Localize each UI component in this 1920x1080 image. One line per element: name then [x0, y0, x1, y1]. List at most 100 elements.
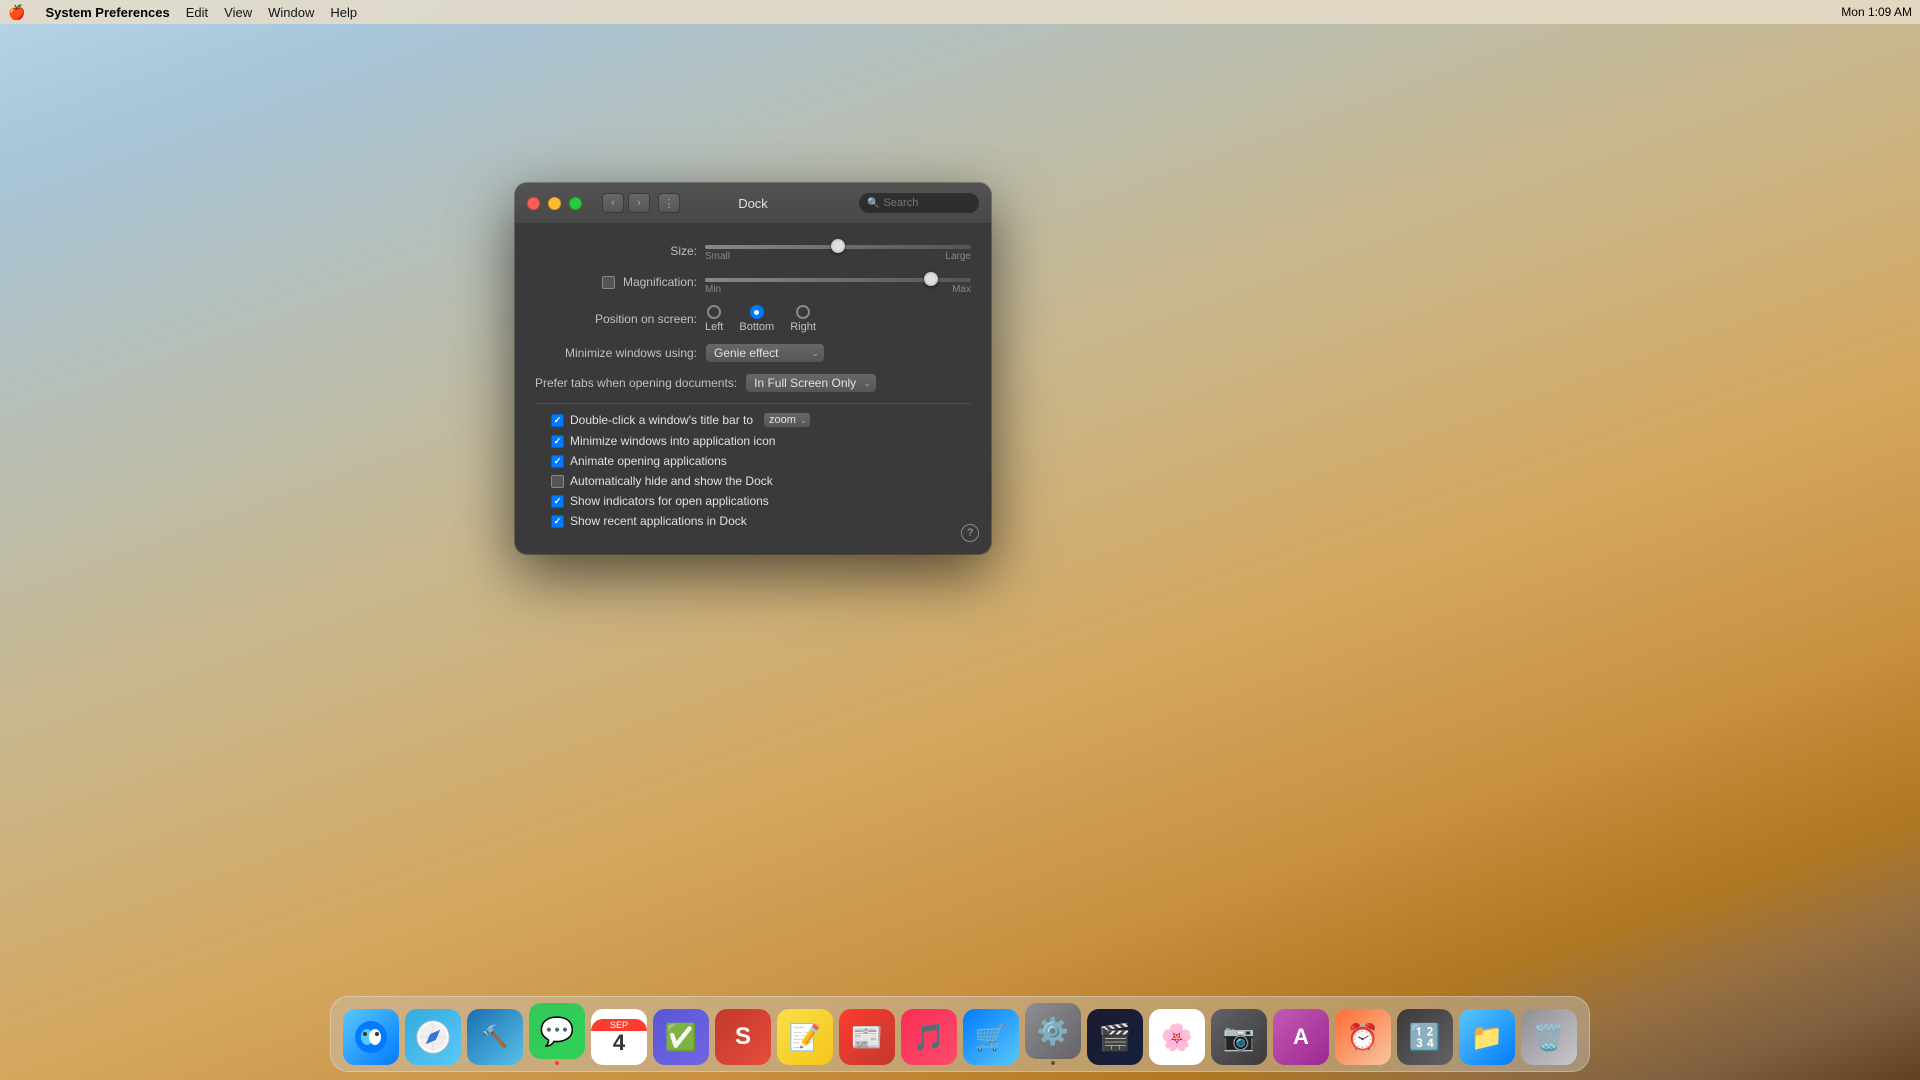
- dock-icon-sysprefs[interactable]: ⚙️: [1025, 1003, 1081, 1059]
- dock-item-finder[interactable]: [343, 1009, 399, 1065]
- magnification-slider-track[interactable]: [705, 278, 971, 282]
- position-radio-group: Left Bottom Right: [705, 305, 816, 333]
- minimize-dropdown[interactable]: Genie effect ⌄: [705, 343, 825, 363]
- size-slider-thumb[interactable]: [831, 239, 845, 253]
- dock-item-sysprefs[interactable]: ⚙️: [1025, 1003, 1081, 1065]
- dock-item-safari[interactable]: [405, 1009, 461, 1065]
- dock-icon-filemerge[interactable]: 🔨: [467, 1009, 523, 1065]
- checkbox-row-minimize-icon: Minimize windows into application icon: [543, 434, 971, 448]
- window-minimize-button[interactable]: [548, 197, 561, 210]
- dock-icon-finder[interactable]: [343, 1009, 399, 1065]
- dock-icon-claquette[interactable]: 🎬: [1087, 1009, 1143, 1065]
- dock-icon-calculator[interactable]: 🔢: [1397, 1009, 1453, 1065]
- dock-icon-trash[interactable]: 🗑️: [1521, 1009, 1577, 1065]
- dock-icon-timing[interactable]: ⏰: [1335, 1009, 1391, 1065]
- dock-icon-news[interactable]: 📰: [839, 1009, 895, 1065]
- position-left-label: Left: [705, 321, 723, 333]
- dock-item-omnifocus[interactable]: ✅: [653, 1009, 709, 1065]
- nav-forward-button[interactable]: ›: [628, 193, 650, 213]
- dock-item-affinity[interactable]: A: [1273, 1009, 1329, 1065]
- checkbox-minimize-icon[interactable]: [551, 435, 564, 448]
- dock-icon-appstore[interactable]: 🛒: [963, 1009, 1019, 1065]
- dock-item-timing[interactable]: ⏰: [1335, 1009, 1391, 1065]
- window-close-button[interactable]: [527, 197, 540, 210]
- grid-view-button[interactable]: ⋮: [658, 193, 680, 213]
- dock-item-folder[interactable]: 📁: [1459, 1009, 1515, 1065]
- magnification-control[interactable]: Min Max: [705, 272, 971, 295]
- checkbox-double-click[interactable]: [551, 414, 564, 427]
- menubar-app-name[interactable]: System Preferences: [45, 5, 169, 20]
- position-control: Left Bottom Right: [705, 305, 971, 333]
- inline-zoom-value: zoom: [769, 414, 796, 426]
- dock-item-calculator[interactable]: 🔢: [1397, 1009, 1453, 1065]
- checkboxes-section: Double-click a window's title bar to zoo…: [535, 412, 971, 528]
- position-left-option[interactable]: Left: [705, 305, 723, 333]
- checkbox-indicators[interactable]: [551, 495, 564, 508]
- window-maximize-button[interactable]: [569, 197, 582, 210]
- search-input[interactable]: [883, 197, 971, 209]
- dock-item-trash[interactable]: 🗑️: [1521, 1009, 1577, 1065]
- nav-back-button[interactable]: ‹: [602, 193, 624, 213]
- size-control[interactable]: Small Large: [705, 239, 971, 262]
- dock-icon-photos[interactable]: 🌸: [1149, 1009, 1205, 1065]
- dock-item-paparazzi[interactable]: 📷: [1211, 1009, 1267, 1065]
- checkbox-recent[interactable]: [551, 515, 564, 528]
- position-bottom-option[interactable]: Bottom: [739, 305, 774, 333]
- position-left-radio[interactable]: [707, 305, 721, 319]
- checkbox-animate[interactable]: [551, 455, 564, 468]
- tabs-label: Prefer tabs when opening documents:: [535, 376, 745, 390]
- dock-item-claquette[interactable]: 🎬: [1087, 1009, 1143, 1065]
- dock-item-appstore[interactable]: 🛒: [963, 1009, 1019, 1065]
- tabs-dropdown[interactable]: In Full Screen Only ⌄: [745, 373, 877, 393]
- dock-icon-messages[interactable]: 💬: [529, 1003, 585, 1059]
- position-right-radio[interactable]: [796, 305, 810, 319]
- apple-menu[interactable]: 🍎: [8, 4, 25, 21]
- inline-zoom-arrow: ⌄: [800, 416, 807, 425]
- dock-icon-omnifocus[interactable]: ✅: [653, 1009, 709, 1065]
- magnification-slider-container: Min Max: [705, 272, 971, 295]
- checkbox-autohide[interactable]: [551, 475, 564, 488]
- size-label: Size:: [535, 244, 705, 258]
- menubar-edit[interactable]: Edit: [186, 5, 208, 20]
- checkbox-row-animate: Animate opening applications: [543, 454, 971, 468]
- dock-item-music[interactable]: 🎵: [901, 1009, 957, 1065]
- inline-zoom-dropdown[interactable]: zoom ⌄: [763, 412, 811, 428]
- position-bottom-radio[interactable]: [750, 305, 764, 319]
- dock-item-photos[interactable]: 🌸: [1149, 1009, 1205, 1065]
- dock-icon-affinity[interactable]: A: [1273, 1009, 1329, 1065]
- position-bottom-label: Bottom: [739, 321, 774, 333]
- checkbox-row-indicators: Show indicators for open applications: [543, 494, 971, 508]
- minimize-control: Genie effect ⌄: [705, 343, 971, 363]
- size-slider-container: Small Large: [705, 239, 971, 262]
- tabs-row: Prefer tabs when opening documents: In F…: [535, 373, 971, 393]
- magnification-max-label: Max: [952, 284, 971, 295]
- dock-item-scrivener[interactable]: S: [715, 1009, 771, 1065]
- dock-item-messages[interactable]: 💬: [529, 1003, 585, 1065]
- dock-icon-music[interactable]: 🎵: [901, 1009, 957, 1065]
- menubar-help[interactable]: Help: [330, 5, 357, 20]
- menubar-right: Mon 1:09 AM: [1841, 5, 1912, 19]
- dock-messages-dot: [555, 1061, 559, 1065]
- dock-icon-paparazzi[interactable]: 📷: [1211, 1009, 1267, 1065]
- dock-item-calendar[interactable]: SEP 4: [591, 1009, 647, 1065]
- menubar-window[interactable]: Window: [268, 5, 314, 20]
- help-button[interactable]: ?: [961, 524, 979, 542]
- size-slider-track[interactable]: [705, 245, 971, 249]
- minimize-dropdown-arrow: ⌄: [811, 348, 819, 359]
- dock-item-filemerge[interactable]: 🔨: [467, 1009, 523, 1065]
- menubar-view[interactable]: View: [224, 5, 252, 20]
- dock-item-news[interactable]: 📰: [839, 1009, 895, 1065]
- dock-icon-calendar[interactable]: SEP 4: [591, 1009, 647, 1065]
- dock-item-stickies[interactable]: 📝: [777, 1009, 833, 1065]
- position-right-option[interactable]: Right: [790, 305, 816, 333]
- magnification-row: Magnification: Min Max: [535, 272, 971, 295]
- position-label: Position on screen:: [535, 312, 705, 326]
- dock-icon-scrivener[interactable]: S: [715, 1009, 771, 1065]
- search-bar[interactable]: 🔍: [859, 193, 979, 213]
- dock-icon-stickies[interactable]: 📝: [777, 1009, 833, 1065]
- magnification-slider-thumb[interactable]: [924, 272, 938, 286]
- dock-sysprefs-dot: [1051, 1061, 1055, 1065]
- dock-icon-safari[interactable]: [405, 1009, 461, 1065]
- dock-icon-folder[interactable]: 📁: [1459, 1009, 1515, 1065]
- magnification-checkbox[interactable]: [602, 276, 615, 289]
